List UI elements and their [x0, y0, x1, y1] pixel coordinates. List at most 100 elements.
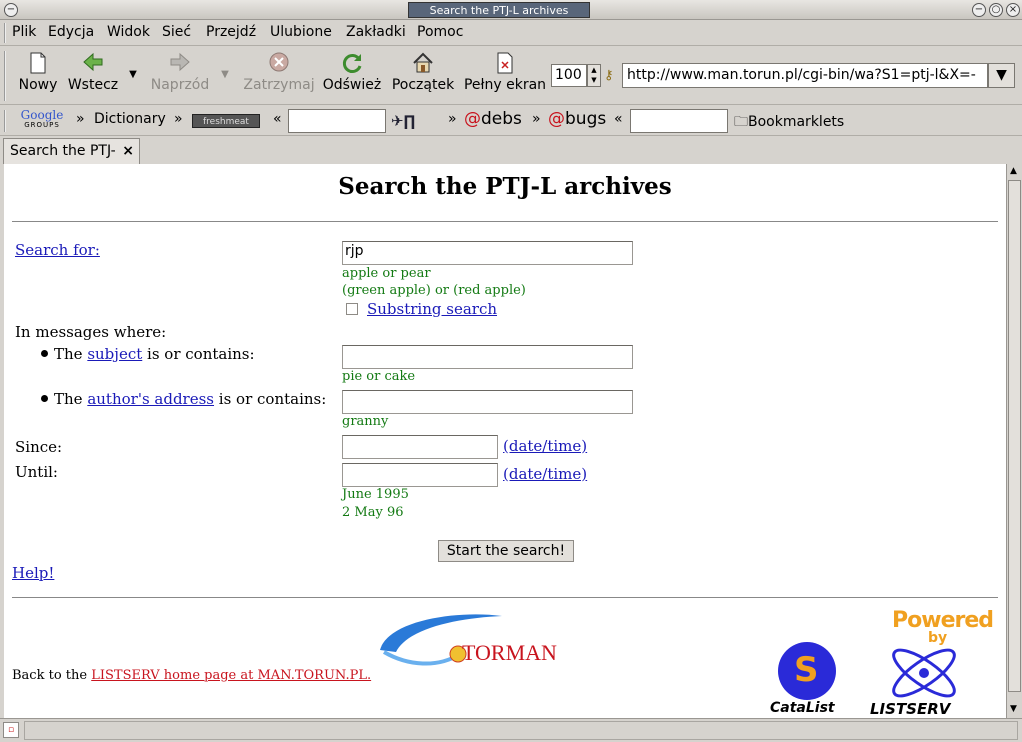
new-document-icon	[16, 51, 60, 77]
reload-button[interactable]: Odśwież	[320, 51, 384, 101]
maximize-icon[interactable]: ○	[989, 3, 1003, 17]
until-datetime-link[interactable]: (date/time)	[503, 465, 587, 483]
page-info-icon[interactable]: ▫	[3, 722, 19, 738]
torman-logo[interactable]: TORMAN	[378, 610, 557, 674]
author-address-link[interactable]: author's address	[87, 390, 214, 408]
search-hint-1: apple or pear	[342, 266, 431, 281]
author-criterion: The author's address is or contains:	[41, 390, 326, 408]
status-text-area	[24, 721, 1018, 740]
since-input[interactable]	[342, 435, 498, 459]
search-for-link[interactable]: Search for:	[15, 241, 100, 259]
key-icon: ⚷	[604, 68, 614, 83]
vertical-scrollbar[interactable]: ▲ ▼	[1006, 164, 1022, 718]
dropdown-arrow-icon: ▼	[221, 69, 229, 80]
author-input[interactable]	[342, 390, 633, 414]
forward-arrow-icon	[148, 51, 212, 77]
fullscreen-icon	[462, 51, 548, 77]
title-bar: − Search the PTJ-L archives − ○ ×	[0, 0, 1022, 20]
home-button[interactable]: Początek	[389, 51, 457, 101]
zoom-spinner[interactable]: ▲ ▼	[587, 64, 601, 87]
bookmark-debs[interactable]: @debs	[464, 109, 522, 129]
dropdown-arrow-icon: ▼	[129, 69, 137, 80]
page-title: Search the PTJ-L archives	[338, 173, 672, 200]
divider-top	[12, 221, 998, 222]
divider-bottom	[12, 597, 998, 598]
bookmarks-toolbar: Google GROUPS » Dictionary » freshmeat «…	[0, 106, 1022, 136]
debian-swirl-icon: @	[548, 109, 565, 129]
bookmark-search-input-1[interactable]	[288, 109, 386, 133]
bookmark-tool-icon[interactable]: ✈∏	[391, 112, 415, 130]
url-dropdown-button[interactable]: ▼	[988, 63, 1015, 88]
scrollbar-thumb[interactable]	[1008, 180, 1021, 692]
substring-checkbox[interactable]	[346, 303, 358, 315]
bookmarks-grip[interactable]	[4, 110, 9, 132]
date-hint-1: June 1995	[342, 487, 409, 502]
in-messages-label: In messages where:	[15, 323, 167, 341]
menu-ulubione[interactable]: Ulubione	[270, 24, 332, 40]
bookmark-folder-bookmarklets[interactable]: 🗀Bookmarklets	[734, 111, 844, 135]
menu-zakladki[interactable]: Zakładki	[346, 24, 406, 40]
subject-input[interactable]	[342, 345, 633, 369]
toolbar-grip[interactable]	[4, 51, 9, 101]
stop-icon	[243, 51, 315, 77]
new-button[interactable]: Nowy	[16, 51, 60, 101]
subject-link[interactable]: subject	[87, 345, 142, 363]
folder-icon: 🗀	[734, 114, 748, 130]
bookmark-bugs[interactable]: @bugs	[548, 109, 606, 129]
subject-hint: pie or cake	[342, 369, 416, 384]
until-label: Until:	[15, 463, 58, 481]
url-input[interactable]: http://www.man.torun.pl/cgi-bin/wa?S1=pt…	[622, 63, 988, 88]
tab-search-ptj[interactable]: Search the PTJ- ×	[3, 138, 140, 164]
stop-button[interactable]: Zatrzymaj	[243, 51, 315, 101]
bookmark-search-input-2[interactable]	[630, 109, 728, 133]
menubar-grip[interactable]	[4, 23, 9, 43]
bookmark-dictionary[interactable]: Dictionary	[94, 111, 166, 127]
since-label: Since:	[15, 438, 63, 456]
home-icon	[389, 51, 457, 77]
catalist-logo[interactable]: S CataList	[770, 642, 844, 718]
help-link[interactable]: Help!	[12, 564, 54, 582]
powered-by-listserv-logo[interactable]: Powered by LISTSERV	[866, 608, 994, 718]
menu-edycja[interactable]: Edycja	[48, 24, 94, 40]
menu-plik[interactable]: Plik	[12, 24, 36, 40]
back-button[interactable]: Wstecz	[64, 51, 122, 101]
back-arrow-icon	[64, 51, 122, 77]
bookmark-google-groups[interactable]: Google GROUPS	[18, 108, 66, 130]
since-datetime-link[interactable]: (date/time)	[503, 437, 587, 455]
menu-przejdz[interactable]: Przejdź	[206, 24, 256, 40]
google-logo-icon: Google	[20, 108, 64, 122]
listserv-home-link[interactable]: LISTSERV home page at MAN.TORUN.PL.	[91, 668, 371, 683]
forward-button[interactable]: Naprzód	[148, 51, 212, 101]
close-window-icon[interactable]: ×	[1006, 3, 1020, 17]
subject-criterion: The subject is or contains:	[41, 345, 255, 363]
page-content: Search the PTJ-L archives Search for: rj…	[4, 164, 1006, 718]
zoom-input[interactable]: 100	[551, 64, 587, 87]
minimize-icon[interactable]: −	[972, 3, 986, 17]
debian-swirl-icon: @	[464, 109, 481, 129]
start-search-button[interactable]: Start the search!	[438, 540, 574, 562]
back-to-text: Back to the LISTSERV home page at MAN.TO…	[12, 668, 372, 683]
close-tab-icon[interactable]: ×	[122, 143, 134, 159]
window-menu-icon[interactable]: −	[4, 3, 18, 17]
scroll-up-icon[interactable]: ▲	[1010, 166, 1017, 176]
menu-widok[interactable]: Widok	[107, 24, 150, 40]
menu-siec[interactable]: Sieć	[162, 24, 191, 40]
author-hint: granny	[342, 414, 389, 429]
menu-bar: Plik Edycja Widok Sieć Przejdź Ulubione …	[0, 20, 1022, 46]
dropdown-arrow-icon: ▼	[996, 67, 1007, 83]
reload-icon	[320, 51, 384, 77]
search-for-input[interactable]: rjp	[342, 241, 633, 265]
tab-bar: Search the PTJ- ×	[0, 137, 1022, 164]
search-hint-2: (green apple) or (red apple)	[342, 283, 526, 298]
atom-icon	[892, 648, 956, 698]
fullscreen-button[interactable]: Pełny ekran	[462, 51, 548, 101]
status-bar: ▫	[0, 718, 1022, 742]
scroll-down-icon[interactable]: ▼	[1010, 704, 1017, 714]
bookmark-freshmeat[interactable]: freshmeat	[192, 114, 260, 128]
bullet-icon	[41, 395, 48, 402]
date-hint-2: 2 May 96	[342, 505, 404, 520]
menu-pomoc[interactable]: Pomoc	[417, 24, 463, 40]
substring-search-link[interactable]: Substring search	[367, 300, 497, 318]
until-input[interactable]	[342, 463, 498, 487]
catalist-globe-icon: S	[778, 642, 836, 700]
